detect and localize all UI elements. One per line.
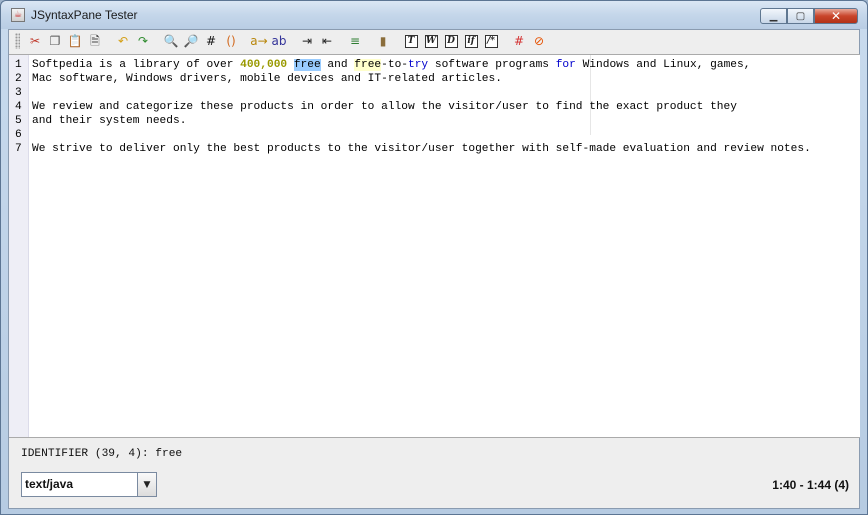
token-num: 400,000	[240, 59, 288, 71]
token-kw: for	[555, 59, 576, 71]
match-paren-button[interactable]: ()	[222, 32, 240, 50]
template-t-icon: T	[404, 34, 418, 48]
line-number: 2	[15, 73, 22, 85]
caret-position: 1:40 - 1:44 (4)	[772, 478, 849, 492]
template-if-button[interactable]: if	[462, 32, 480, 50]
line-text: Softpedia is a library of over 400,000 f…	[32, 58, 750, 72]
line-text: and their system needs.	[32, 114, 186, 128]
token-text: software programs	[428, 59, 556, 71]
line-text: Mac software, Windows drivers, mobile de…	[32, 72, 502, 86]
template-d-icon: D	[444, 34, 458, 48]
token-text: and	[320, 59, 355, 71]
redo-button[interactable]: ↷	[134, 32, 152, 50]
code-editor[interactable]: 1 Softpedia is a library of over 400,000 …	[9, 54, 860, 438]
editor-toolbar: ✂ ❐ 📋 🗎 ↶ ↷ 🔍 🔎 # () a→ ab ⇥ ⇤ ≡ ▮ T W Dif /* # ⊘	[9, 30, 859, 52]
java-app-icon: ☕	[11, 8, 25, 22]
title-bar[interactable]: ☕ JSyntaxPane Tester ▁ ▢ ✕	[1, 1, 867, 29]
comment-button[interactable]: ≡	[346, 32, 364, 50]
replace-icon: 🔎	[183, 34, 199, 48]
indent-icon: ⇥	[301, 34, 313, 48]
template-t-button[interactable]: T	[402, 32, 420, 50]
token-text: Windows and Linux, games,	[575, 59, 751, 71]
complete-word-button[interactable]: a→	[250, 32, 268, 50]
no-icon: ⊘	[533, 34, 545, 48]
line-number: 5	[15, 115, 22, 127]
copy-icon: ❐	[49, 34, 61, 48]
maximize-button[interactable]: ▢	[787, 8, 814, 24]
template-w-icon: W	[424, 34, 438, 48]
unindent-button[interactable]: ⇤	[318, 32, 336, 50]
copy-button[interactable]: ❐	[46, 32, 64, 50]
line-number: 7	[15, 143, 22, 155]
paste-icon: 📋	[67, 34, 83, 48]
line-number: 4	[15, 101, 22, 113]
toggle-lines-button[interactable]: #	[510, 32, 528, 50]
token-text: Softpedia is a library of over	[32, 59, 241, 71]
block-icon: ▮	[379, 34, 387, 48]
complete-word-icon: a→	[250, 34, 268, 48]
chevron-down-icon[interactable]: ▼	[137, 473, 156, 496]
document-icon: 🗎	[90, 34, 100, 48]
line-number: 1	[15, 59, 22, 71]
indent-button[interactable]: ⇥	[298, 32, 316, 50]
select-all-button[interactable]: 🗎	[86, 32, 104, 50]
redo-icon: ↷	[137, 34, 149, 48]
template-fn-button[interactable]: /*	[482, 32, 500, 50]
content-type-select[interactable]: text/java ▼	[21, 472, 157, 497]
unindent-icon: ⇤	[321, 34, 333, 48]
content-type-value: text/java	[25, 477, 74, 491]
line-text: We review and categorize these products …	[32, 100, 737, 114]
toggle-block-button[interactable]: ▮	[374, 32, 392, 50]
token-text: We review and categorize these products …	[32, 101, 737, 113]
find-icon: 🔍	[163, 34, 179, 48]
close-button[interactable]: ✕	[814, 8, 858, 24]
goto-line-button[interactable]: #	[202, 32, 220, 50]
comment-icon: ≡	[349, 34, 361, 48]
template-w-button[interactable]: W	[422, 32, 440, 50]
token-text: Mac software, Windows drivers, mobile de…	[32, 73, 502, 85]
line-numbers-icon: #	[513, 34, 525, 48]
template-fn-icon: /*	[484, 34, 498, 48]
clear-button[interactable]: ⊘	[530, 32, 548, 50]
hash-icon: #	[205, 34, 217, 48]
token-kw: try	[408, 59, 429, 71]
line-number: 6	[15, 129, 22, 141]
template-d-button[interactable]: D	[442, 32, 460, 50]
parens-icon: ()	[226, 34, 236, 48]
content-pane: ✂ ❐ 📋 🗎 ↶ ↷ 🔍 🔎 # () a→ ab ⇥ ⇤ ≡ ▮ T W Dif /* # ⊘ 1 Softpedia …	[8, 29, 860, 509]
token-text: -to-	[381, 59, 408, 71]
toolbar-grip-handle[interactable]	[15, 33, 20, 49]
token-text: We strive to deliver only the best produ…	[32, 143, 811, 155]
window-title: JSyntaxPane Tester	[31, 8, 138, 22]
undo-icon: ↶	[117, 34, 129, 48]
token-text: and their system needs.	[32, 115, 187, 127]
paste-button[interactable]: 📋	[66, 32, 84, 50]
ab-icon: ab	[271, 34, 287, 48]
token-status: IDENTIFIER (39, 4): free	[21, 448, 183, 460]
app-window: ☕ JSyntaxPane Tester ▁ ▢ ✕ ✂ ❐ 📋 🗎 ↶ ↷ 🔍 🔎 # () a→…	[0, 0, 868, 515]
template-if-icon: if	[464, 34, 478, 48]
line-number: 3	[15, 87, 22, 99]
replace-button[interactable]: 🔎	[182, 32, 200, 50]
find-button[interactable]: 🔍	[162, 32, 180, 50]
window-controls: ▁ ▢ ✕	[760, 8, 858, 24]
token-kw-free2: free	[354, 59, 382, 71]
undo-button[interactable]: ↶	[114, 32, 132, 50]
cut-icon: ✂	[29, 34, 41, 48]
minimize-button[interactable]: ▁	[760, 8, 787, 24]
line-text: We strive to deliver only the best produ…	[32, 142, 811, 156]
spell-button[interactable]: ab	[270, 32, 288, 50]
token-kw-free: free	[293, 59, 321, 71]
cut-button[interactable]: ✂	[26, 32, 44, 50]
